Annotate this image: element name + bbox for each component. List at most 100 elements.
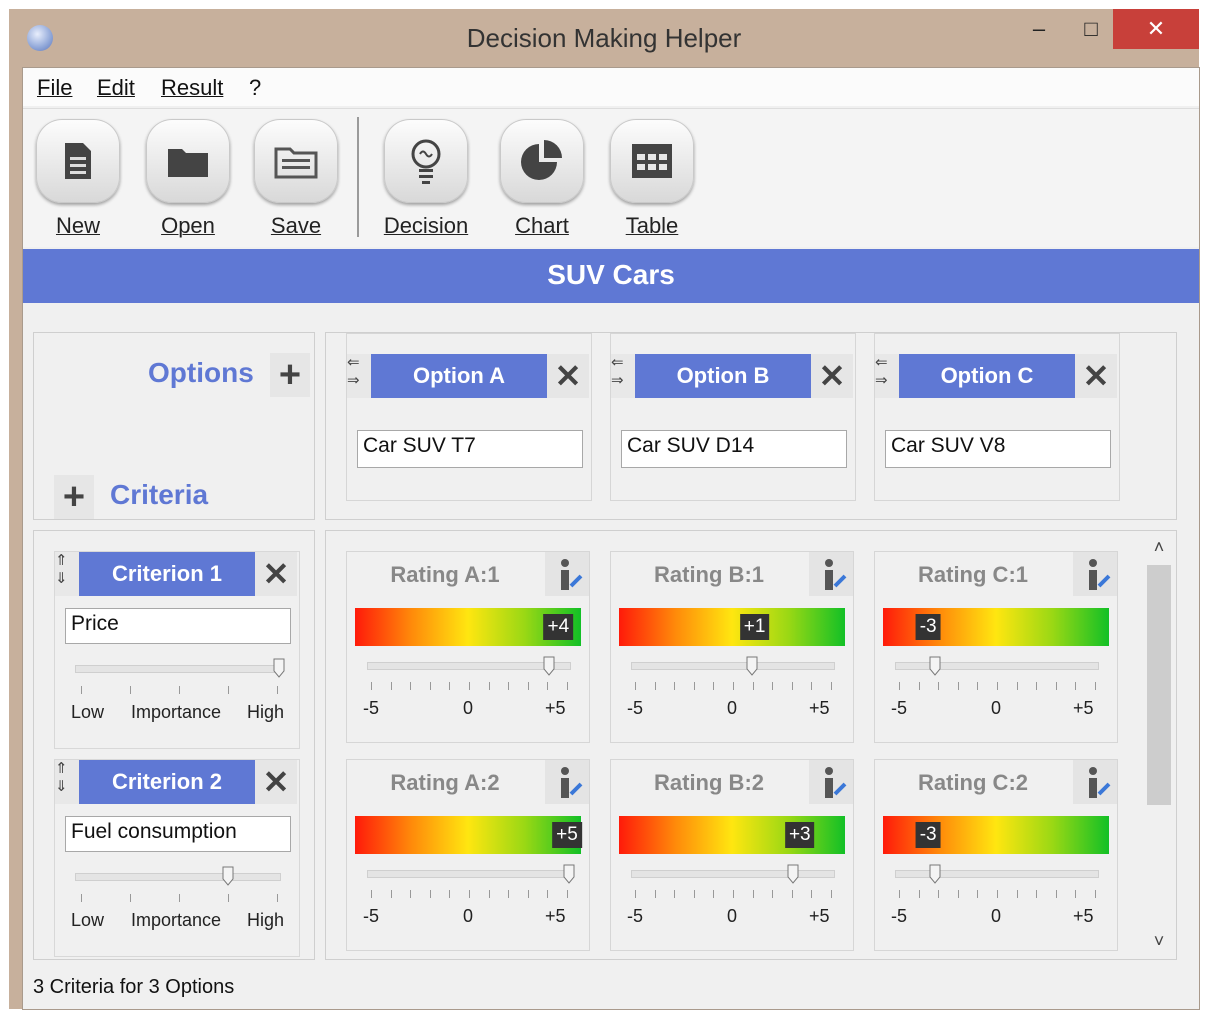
toolbar: New Open Save Decision Chart Table [23,108,1199,247]
decision-button[interactable]: Decision [381,119,471,239]
menu-bar: File Edit Result ? [23,68,1199,106]
info-button[interactable] [1073,760,1117,804]
menu-file[interactable]: File [37,75,72,101]
add-criterion-button[interactable]: + [54,475,94,519]
rating-mid-label: 0 [991,698,1002,718]
delete-option-b-button[interactable]: ✕ [811,354,853,398]
tick-mark [977,682,979,690]
tick-mark [811,890,813,898]
rating-slider-thumb[interactable] [563,864,575,884]
criterion-card-1: ⇑ ⇓ Criterion 1 ✕ Price Low Importance Hi… [54,551,300,749]
tick-mark [635,682,636,690]
rating-slider-thumb[interactable] [746,656,758,676]
tick-mark [1095,682,1096,690]
rating-card: Rating C:2 -3 -5 0 +5 [874,759,1118,951]
criterion-1-name-field[interactable]: Price [65,608,291,644]
tick-mark [938,890,940,898]
rating-slider-track[interactable] [367,870,571,878]
rating-slider-track[interactable] [631,662,835,670]
tick-mark [429,890,431,898]
importance-slider-thumb[interactable] [273,658,285,678]
scroll-down-icon[interactable]: ˅ [1144,931,1174,952]
rating-slider-thumb[interactable] [929,656,941,676]
tick-mark [130,894,131,902]
criterion-card-2: ⇑ ⇓ Criterion 2 ✕ Fuel consumption Low Im… [54,759,300,957]
info-button[interactable] [809,552,853,596]
close-window-button[interactable]: ✕ [1113,9,1199,49]
reorder-arrows-icon[interactable]: ⇑ ⇓ [55,552,79,596]
menu-result[interactable]: Result [161,75,223,101]
swap-arrows-icon[interactable]: ⇐ ⇒ [611,354,635,398]
info-button[interactable] [1073,552,1117,596]
info-button[interactable] [545,552,589,596]
maximize-button[interactable]: □ [1071,9,1111,49]
rating-title: Rating C:1 [918,562,1028,587]
criterion-2-name-field[interactable]: Fuel consumption [65,816,291,852]
rating-slider-track[interactable] [895,870,1099,878]
delete-criterion-1-button[interactable]: ✕ [255,552,297,596]
chart-button[interactable]: Chart [497,119,587,239]
importance-slider-track[interactable] [75,665,281,673]
tick-mark [997,682,998,690]
rating-card: Rating A:2 +5 -5 0 +5 [346,759,590,951]
table-button[interactable]: Table [607,119,697,239]
save-button[interactable]: Save [251,119,341,239]
menu-edit[interactable]: Edit [97,75,135,101]
tick-mark [1075,682,1077,690]
delete-option-c-button[interactable]: ✕ [1075,354,1117,398]
importance-label: Importance [131,702,222,722]
tick-mark [791,890,793,898]
open-button[interactable]: Open [143,119,233,239]
option-b-name-field[interactable]: Car SUV D14 [621,430,847,468]
rating-slider-track[interactable] [367,662,571,670]
rating-card: Rating A:1 +4 -5 0 +5 [346,551,590,743]
minimize-button[interactable]: ‒ [1019,9,1059,49]
reorder-arrows-icon[interactable]: ⇑ ⇓ [55,760,79,804]
info-icon [1089,767,1111,798]
tick-mark [811,682,813,690]
new-button[interactable]: New [33,119,123,239]
labels-panel: Options + + Criteria [33,332,315,520]
rating-title: Rating A:1 [390,562,500,587]
client-area: File Edit Result ? New Open Save Decisio… [22,67,1200,1010]
tick-mark [713,890,715,898]
tick-mark [130,686,131,694]
delete-option-a-button[interactable]: ✕ [547,354,589,398]
info-button[interactable] [545,760,589,804]
info-button[interactable] [809,760,853,804]
tick-mark [899,682,900,690]
rating-slider-thumb[interactable] [929,864,941,884]
rating-slider-track[interactable] [895,662,1099,670]
importance-slider-thumb[interactable] [222,866,234,886]
rating-slider-thumb[interactable] [543,656,555,676]
rating-mid-label: 0 [463,906,474,926]
tick-mark [449,682,451,690]
rating-mid-label: 0 [991,906,1002,926]
option-c-name-field[interactable]: Car SUV V8 [885,430,1111,468]
tick-mark [179,894,180,902]
option-a-name-field[interactable]: Car SUV T7 [357,430,583,468]
swap-arrows-icon[interactable]: ⇐ ⇒ [875,354,899,398]
title-bar[interactable]: Decision Making Helper ‒ □ ✕ [9,9,1199,67]
tick-mark [918,890,920,898]
rating-slider-track[interactable] [631,870,835,878]
scroll-up-icon[interactable]: ˄ [1144,537,1174,558]
info-icon [825,559,847,590]
delete-criterion-2-button[interactable]: ✕ [255,760,297,804]
rating-value-badge: -3 [915,822,941,848]
rating-value-badge: +1 [739,614,770,640]
pie-chart-icon [500,119,584,203]
swap-arrows-icon[interactable]: ⇐ ⇒ [347,354,371,398]
menu-help[interactable]: ? [249,75,261,101]
rating-gradient-bar: +1 [619,608,845,646]
chart-label: Chart [515,213,569,238]
rating-gradient-bar: +5 [355,816,582,854]
tick-mark [527,682,529,690]
importance-slider-track[interactable] [75,873,281,881]
info-icon [561,559,583,590]
scrollbar-thumb[interactable] [1147,565,1171,805]
rating-slider-thumb[interactable] [787,864,799,884]
vertical-scrollbar[interactable]: ˄ ˅ [1144,531,1174,959]
rating-gradient-bar: +3 [619,816,845,854]
add-option-button[interactable]: + [270,353,310,397]
